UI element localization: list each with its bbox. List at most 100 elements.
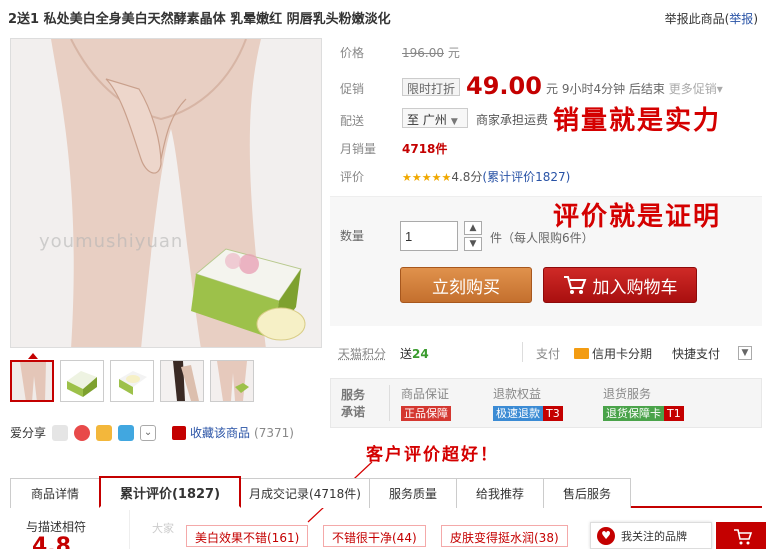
favorite-count: (7371)	[254, 425, 294, 440]
delivery-label: 配送	[340, 114, 365, 128]
tab-service-quality[interactable]: 服务质量	[369, 478, 457, 508]
thumbnail-2-image	[61, 361, 103, 401]
detail-tabs: 商品详情 累计评价(1827) 月成交记录(4718件) 服务质量 给我推荐 售…	[10, 476, 762, 508]
more-promo[interactable]: 更多促销	[669, 82, 717, 96]
sales-value: 4718件	[402, 142, 448, 156]
service-col3-head: 退货服务	[603, 387, 652, 401]
original-price: 196.00	[402, 46, 444, 60]
service-panel: 服务 承诺 商品保证 正品保障 退款权益 极速退款 T3 退货服务 退货保障卡 T1	[330, 378, 762, 428]
rating-stars-icon: ★★★★★	[402, 171, 452, 184]
cart-icon	[563, 276, 586, 294]
thumbnail-3[interactable]	[110, 360, 154, 402]
heart-icon: ♥	[597, 526, 615, 545]
share-qzone-icon[interactable]	[52, 424, 69, 441]
service-col1-head: 商品保证	[401, 387, 450, 401]
guarantee-tag: 正品保障	[401, 406, 451, 421]
keyword-tag[interactable]: 美白效果不错(161)	[186, 525, 309, 547]
thumbnail-4-image	[161, 361, 203, 401]
favorite-icon	[172, 425, 186, 440]
points-value: 24	[412, 347, 429, 361]
match-label: 与描述相符	[26, 520, 87, 534]
annotation-customer: 客户评价超好！	[366, 445, 499, 465]
tab-transactions[interactable]: 月成交记录(4718件)	[240, 478, 370, 508]
buy-now-button[interactable]: 立刻购买	[400, 267, 532, 303]
service-divider	[389, 385, 390, 421]
qty-up-icon[interactable]: ▲	[464, 221, 482, 235]
report-link[interactable]: 举报	[729, 12, 753, 26]
sales-label: 月销量	[340, 142, 377, 156]
keyword-tag[interactable]: 不错很干净(44)	[323, 525, 426, 547]
quick-pay[interactable]: 快捷支付	[672, 345, 720, 362]
service-title-2: 承诺	[341, 405, 366, 419]
promo-tag: 限时打折	[402, 78, 461, 96]
thumbnail-5[interactable]	[210, 360, 254, 402]
service-col1[interactable]: 正品保障	[401, 405, 451, 421]
refund-badge: T3	[543, 406, 563, 421]
rating-label: 评价	[340, 170, 365, 184]
thumbnail-5-image	[211, 361, 253, 401]
review-score-box: 与描述相符 4.8	[10, 510, 130, 549]
delivery-chevron-icon: ▼	[450, 117, 458, 127]
rating-score: 4.8分	[451, 170, 483, 184]
qty-down-icon[interactable]: ▼	[464, 237, 482, 251]
credit-label: 信用卡分期	[592, 347, 653, 361]
promo-price: 49.00	[466, 72, 542, 100]
return-badge: T1	[664, 406, 684, 421]
keyword-tag[interactable]: 皮肤变得挺水润(38)	[441, 525, 568, 547]
mini-cart-button[interactable]	[716, 522, 766, 549]
favorite-product[interactable]: 收藏该商品 (7371)	[172, 424, 294, 441]
follow-label: 我关注的品牌	[621, 529, 687, 543]
price-label: 价格	[340, 46, 365, 60]
service-title: 服务 承诺	[341, 387, 365, 421]
service-col2[interactable]: 极速退款 T3	[493, 405, 563, 421]
share-star-icon[interactable]	[96, 424, 113, 441]
review-side-label: 大家	[152, 522, 174, 535]
return-tag: 退货保障卡	[603, 406, 664, 421]
rating-reviews-link[interactable]: (累计评价1827)	[482, 170, 570, 184]
rating-row: ★★★★★4.8分(累计评价1827)	[402, 168, 570, 185]
credit-card-icon	[574, 348, 589, 359]
mini-cart-icon	[734, 529, 753, 545]
report-product: 举报此商品(举报)	[665, 10, 758, 27]
thumbnail-4[interactable]	[160, 360, 204, 402]
original-price-row: 196.00 元	[402, 44, 460, 61]
service-col2-head: 退款权益	[493, 387, 542, 401]
qty-label: 数量	[340, 229, 365, 243]
add-cart-button[interactable]: 加入购物车	[543, 267, 697, 303]
tab-after-sales[interactable]: 售后服务	[543, 478, 631, 508]
delivery-to: 至 广州	[407, 113, 447, 127]
tab-reviews[interactable]: 累计评价(1827)	[99, 476, 241, 508]
points-label[interactable]: 天猫积分	[338, 345, 386, 362]
match-score: 4.8	[32, 534, 71, 549]
favorite-label[interactable]: 收藏该商品	[190, 424, 250, 441]
points-send: 送	[400, 347, 413, 361]
tab-details[interactable]: 商品详情	[10, 478, 100, 508]
countdown-row: 元 9小时4分钟 后结束 更多促销▾	[546, 80, 723, 97]
product-title: 2送1 私处美白全身美白天然酵素晶体 乳晕嫩红 阴唇乳头粉嫩淡化	[8, 12, 391, 27]
share-more-chevron-icon[interactable]: ⌄	[140, 424, 157, 441]
annotation-sales: 销量就是实力	[553, 106, 722, 136]
promo-label: 促销	[340, 82, 365, 96]
report-close: )	[753, 12, 758, 26]
main-product-image[interactable]: youmushiyuan	[10, 38, 322, 348]
more-promo-chevron-icon[interactable]: ▾	[717, 82, 723, 96]
pay-more-chevron-icon[interactable]: ▼	[738, 346, 752, 360]
points-row: 送24	[400, 345, 429, 362]
refund-tag: 极速退款	[493, 406, 543, 421]
share-weibo-icon[interactable]	[74, 424, 91, 441]
credit-installment[interactable]: 信用卡分期	[574, 345, 652, 362]
product-photo-illustration	[11, 39, 321, 347]
delivery-select[interactable]: 至 广州 ▼	[402, 108, 468, 128]
service-col3[interactable]: 退货保障卡 T1	[603, 405, 684, 421]
thumbnail-2[interactable]	[60, 360, 104, 402]
divider	[522, 342, 523, 362]
promo-unit: 元	[546, 82, 559, 96]
add-cart-label: 加入购物车	[592, 277, 678, 298]
share-qq-icon[interactable]	[118, 424, 135, 441]
thumbnail-1[interactable]	[10, 360, 54, 402]
tab-recommend[interactable]: 给我推荐	[456, 478, 544, 508]
followed-brands-bar[interactable]: ♥ 我关注的品牌	[590, 522, 712, 549]
quantity-input[interactable]	[400, 221, 458, 251]
thumbnail-1-image	[12, 362, 52, 400]
watermark-text: youmushiyuan	[39, 231, 184, 252]
